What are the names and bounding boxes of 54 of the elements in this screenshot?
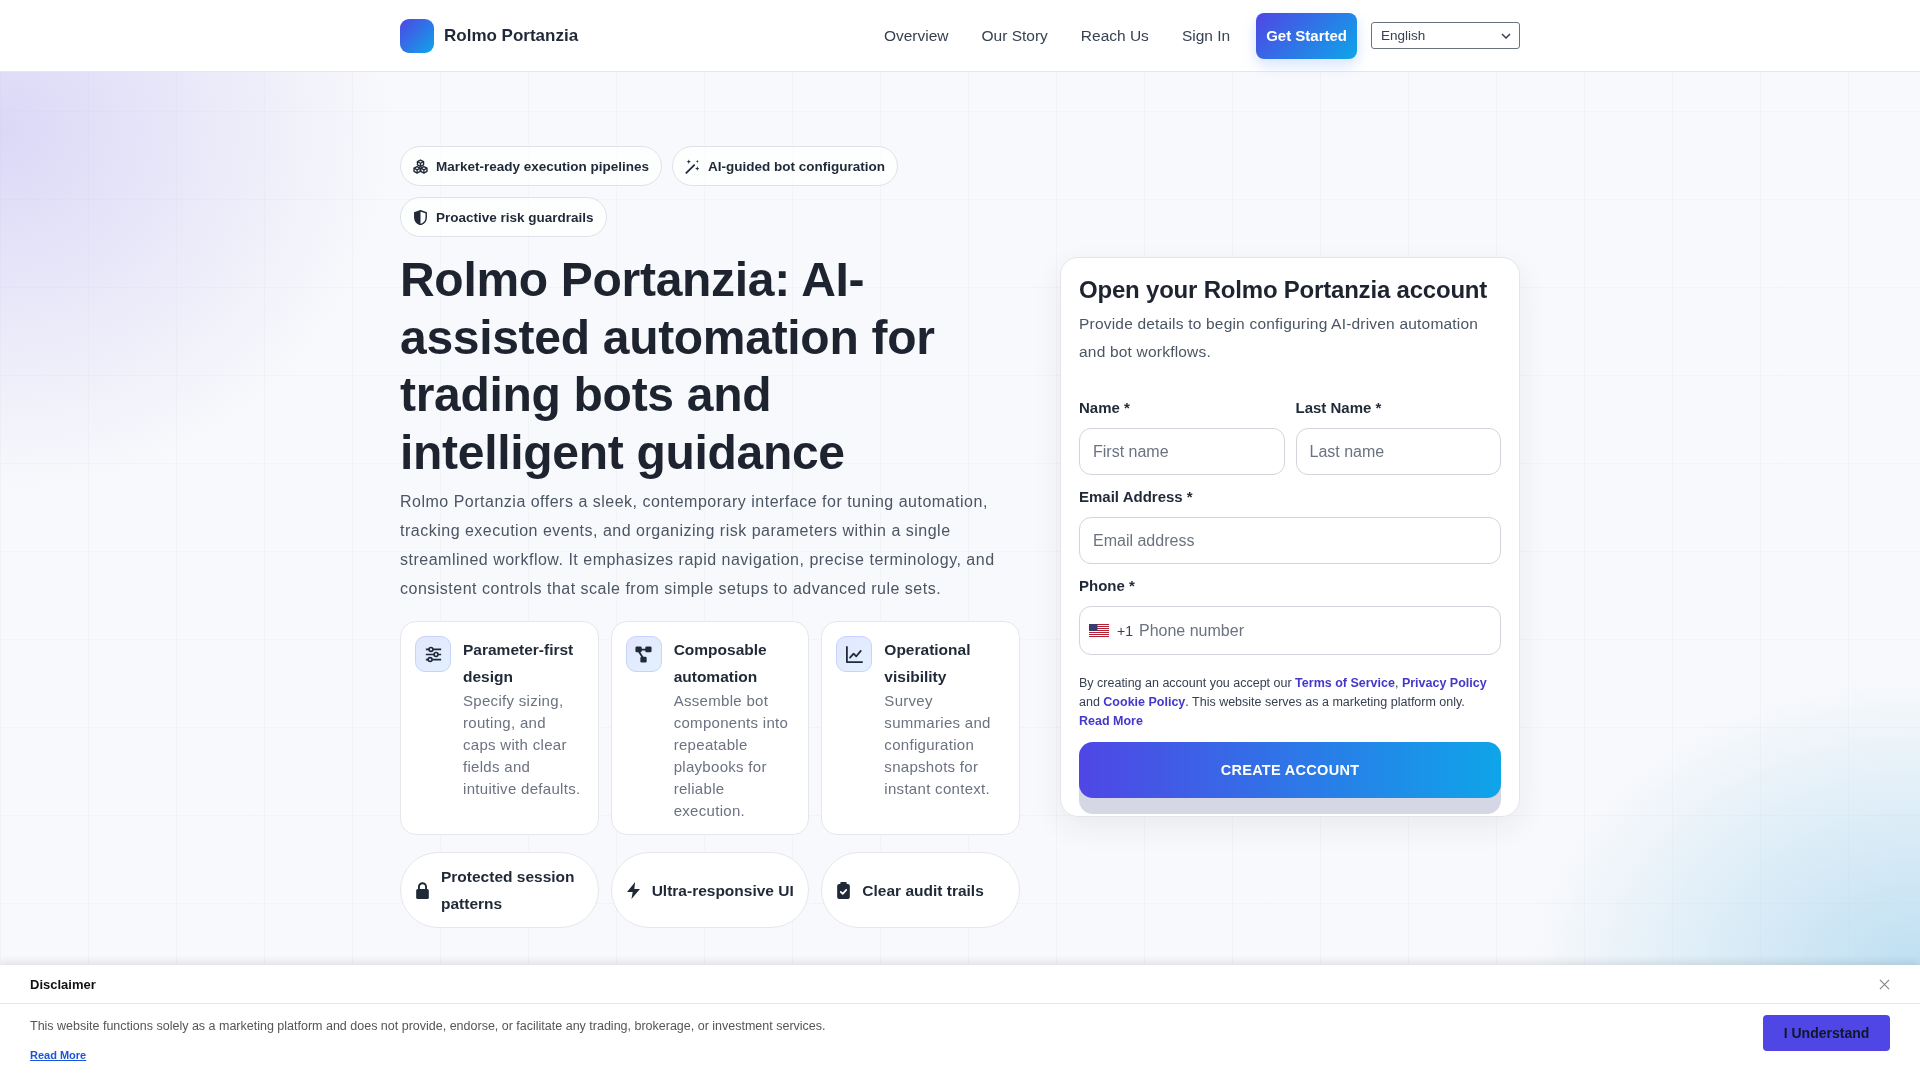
feature-title: Composable automation	[673, 640, 768, 687]
feature-title: Parameter-first design	[463, 640, 575, 687]
badge-label: Market-ready execution pipelines	[436, 158, 650, 174]
cubes-icon	[413, 158, 428, 174]
badge-label: Proactive risk guardrails	[436, 209, 594, 225]
disclaimer-title: Disclaimer	[30, 976, 96, 992]
field-label: Name *	[1079, 398, 1131, 418]
read-more-link[interactable]: Read More	[1079, 714, 1143, 728]
shield-icon	[413, 209, 428, 225]
hero-heading: Rolmo Portanzia: AI-assisted automation for trading bots and intelligent guidance	[400, 252, 936, 481]
consent-text: By creating an account you accept our Terms of Service, Privacy Policy and Cookie Policy. This website serves as a marketing platform only. Read More	[1079, 675, 1488, 730]
highlight-label: Clear audit trails	[862, 880, 984, 901]
highlight-label: Ultra-responsive UI	[651, 880, 794, 901]
clipboard-check-icon	[836, 881, 852, 899]
magic-wand-icon	[685, 158, 701, 174]
name-field[interactable]: Last name	[1295, 428, 1501, 475]
field-label: Last Name *	[1295, 398, 1383, 418]
feature-description: Assemble bot components into repeatable playbooks for reliable execution.	[673, 691, 790, 821]
policy-link[interactable]: Terms of Service	[1295, 676, 1395, 690]
create-account-button[interactable]: CREATE ACCOUNT	[1079, 742, 1501, 814]
highlight-label: Protected session patterns	[441, 867, 576, 914]
brand-name[interactable]: Rolmo Portanzia	[444, 25, 579, 46]
signup-subtitle: Provide details to begin configuring AI-driven automation and bot workflows.	[1079, 314, 1480, 362]
nav-link[interactable]: Our Story	[981, 26, 1048, 45]
sliders-icon	[415, 636, 451, 672]
policy-link[interactable]: Privacy Policy	[1401, 676, 1487, 690]
lightning-icon	[625, 881, 641, 899]
field-label: Phone *	[1079, 576, 1136, 596]
flag-icon	[1089, 624, 1109, 637]
get-started-button[interactable]: Get Started	[1256, 12, 1357, 59]
email-field[interactable]: Email address	[1079, 517, 1501, 564]
badge-label: AI-guided bot configuration	[708, 158, 886, 174]
nav-link[interactable]: Overview	[883, 26, 949, 45]
policy-link[interactable]: Cookie Policy	[1103, 695, 1186, 709]
nav-link[interactable]: Reach Us	[1080, 26, 1149, 45]
line-chart-icon	[836, 636, 873, 672]
disclaimer-text: This website functions solely as a marketing platform and does not provide, endorse, or facilitate any trading, brokerage, or investment services.	[30, 1018, 826, 1034]
name-field[interactable]: First name	[1079, 428, 1285, 475]
signup-title: Open your Rolmo Portanzia account	[1079, 275, 1489, 305]
feature-description: Specify sizing, routing, and caps with clear fields and intuitive defaults.	[463, 691, 582, 799]
feature-description: Survey summaries and configuration snapshots for instant context.	[884, 691, 992, 799]
chevron-down-icon	[1501, 32, 1511, 39]
read-more-link[interactable]: Read More	[30, 1049, 87, 1061]
lock-icon	[415, 881, 430, 899]
dial-code: +1	[1117, 623, 1133, 639]
field-label: Email Address *	[1079, 487, 1194, 507]
language-select[interactable]: English	[1371, 22, 1520, 49]
logo-icon[interactable]	[400, 18, 434, 53]
close-icon	[1879, 978, 1890, 990]
feature-title: Operational visibility	[884, 640, 972, 687]
nav-link[interactable]: Sign In	[1181, 26, 1231, 45]
nodes-icon	[625, 636, 662, 672]
close-button[interactable]	[1879, 978, 1890, 990]
hero-description: Rolmo Portanzia offers a sleek, contemporary interface for tuning automation, tracking execution events, and organizing risk parameters within a single streamlined workflow. It emphasizes rapid navigation, precise terminology, and consistent controls that scale from simple setups to advanced rule sets.	[400, 492, 996, 599]
